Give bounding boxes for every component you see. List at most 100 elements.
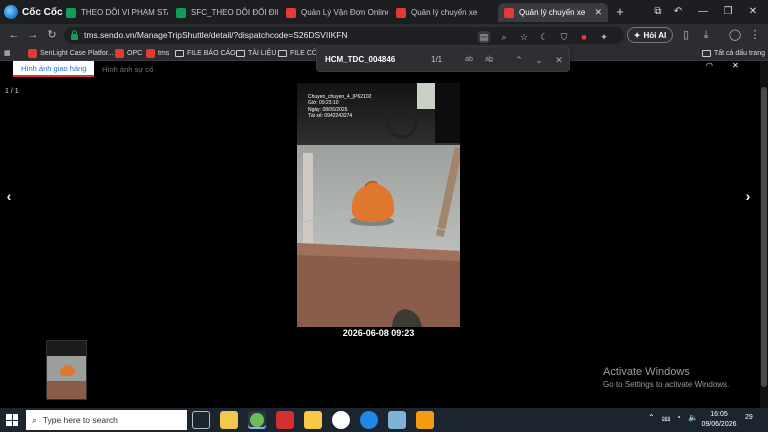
bookmark-tms[interactable]: tms (146, 47, 169, 59)
photo-thumbnail[interactable] (46, 340, 87, 400)
sendo-icon (396, 7, 406, 18)
bookmark-folder-bao-cao[interactable]: FILE BÁO CÁO (175, 47, 236, 59)
coccoc-logo-icon (4, 5, 18, 19)
folder-icon (236, 49, 245, 57)
sendo-icon (28, 48, 37, 58)
sheets-icon (176, 7, 186, 18)
back-history-icon[interactable]: ↶ (670, 4, 686, 20)
reader-mode-icon[interactable]: ▤ (478, 31, 490, 43)
taskbar-search-box[interactable]: ⌕ Type here to search (26, 410, 187, 430)
close-find-icon[interactable]: ✕ (553, 54, 565, 66)
find-input[interactable]: HCM_TDC_004846 (325, 55, 395, 64)
back-icon[interactable]: ← (6, 27, 22, 43)
sticky-notes-icon[interactable] (304, 411, 322, 429)
app-icon[interactable] (388, 411, 406, 429)
search-icon: ⌕ (32, 414, 37, 425)
sendo-icon (504, 7, 514, 18)
bookmark-label: OPC (127, 49, 143, 57)
zoom-icon[interactable]: ⌕ (498, 31, 510, 43)
download-icon[interactable]: ⤓ (698, 27, 714, 43)
tab-incident-images[interactable]: Hình ảnh sự cố (94, 61, 161, 77)
sendo-icon (286, 7, 296, 18)
tab-chuyen-xe[interactable]: Quản lý chuyến xe (390, 3, 496, 22)
page-content: Hình ảnh giao hàng Hình ảnh sự cố ◠ ✕ 1 … (0, 61, 768, 408)
notification-count: 29 (745, 414, 753, 421)
maximize-icon[interactable]: ❐ (720, 4, 736, 20)
bookmark-folder-tai-lieu[interactable]: TÀI LIỆU (236, 47, 276, 59)
bookmark-opc[interactable]: OPC (115, 47, 142, 59)
tab-doi-diem[interactable]: SFC_THEO DÕI ĐỔI ĐIỂM (170, 3, 278, 22)
address-bar[interactable]: tms.sendo.vn/ManageTripShuttle/detail/?d… (64, 27, 624, 44)
tab-title: Quản lý chuyến xe (411, 8, 478, 17)
tab-delivery-images[interactable]: Hình ảnh giao hàng (13, 61, 95, 77)
coccoc-taskbar-icon[interactable] (248, 411, 266, 429)
notification-center-icon[interactable]: 29 (745, 414, 759, 426)
sidebar-toggle-icon[interactable]: ⧉ (650, 4, 666, 20)
bookmark-label: SenLight Case Platfor... (40, 49, 114, 57)
bookmark-label: tms (158, 49, 170, 57)
reload-icon[interactable]: ↻ (44, 27, 60, 43)
profile-icon[interactable]: ◯ (727, 27, 743, 43)
sendo-icon (115, 48, 124, 58)
whole-word-icon[interactable]: ab̲ (483, 54, 495, 66)
scrollbar-thumb[interactable] (761, 87, 767, 387)
windows-taskbar: ⌕ Type here to search ⌃ ⅏ ◔ 🔈 16:05 09/0… (0, 408, 768, 432)
folder-icon (278, 49, 287, 57)
previous-match-icon[interactable]: ⌃ (513, 54, 525, 66)
all-bookmarks-button[interactable]: Tất cả dấu trang (702, 47, 765, 59)
tab-title: SFC_THEO DÕI ĐỔI ĐIỂM (191, 8, 278, 17)
url-text[interactable]: tms.sendo.vn/ManageTripShuttle/detail/?d… (84, 30, 348, 40)
photo-caption: 2026-06-08 09:23 (342, 328, 415, 338)
activate-windows-title: Activate Windows (603, 366, 690, 378)
tab-vi-pham[interactable]: THEO DÕI VI PHẠM STATI (60, 3, 168, 22)
shield-icon[interactable]: ⛉ (558, 31, 570, 43)
bookmark-senlight[interactable]: SenLight Case Platfor... (28, 47, 114, 59)
system-clock[interactable]: 16:05 09/06/2026 (696, 410, 742, 430)
folder-icon (175, 49, 184, 57)
tab-label: Hình ảnh giao hàng (21, 63, 87, 73)
browser-brand[interactable]: Cốc Cốc (4, 3, 63, 21)
tab-title: THEO DÕI VI PHẠM STATI (81, 8, 168, 17)
tray-chevron-icon[interactable]: ⌃ (648, 413, 655, 422)
minimize-icon[interactable]: — (695, 4, 711, 20)
close-tab-icon[interactable]: ✕ (594, 7, 602, 18)
rotate-icon[interactable]: ◠ (706, 61, 720, 70)
delivery-photo: Chuyen_chuyen_4_(P62102 Giờ: 09:23:10 Ng… (297, 83, 460, 327)
find-bar: HCM_TDC_004846 1/1 ab ab̲ ⌃ ⌄ ✕ (316, 46, 570, 72)
sparkle-icon: ✦ (633, 30, 641, 40)
tab-chuyen-xe-active[interactable]: Quản lý chuyến xe ✕ (498, 3, 608, 22)
gift-icon[interactable]: ■ (578, 31, 590, 43)
windows-start-icon[interactable] (6, 414, 18, 426)
extensions-icon[interactable]: ✦ (598, 31, 610, 43)
browser-tab-strip: Cốc Cốc THEO DÕI VI PHẠM STATI SFC_THEO … (0, 0, 768, 24)
apps-grid-icon[interactable]: ▦ (4, 47, 11, 59)
task-view-icon[interactable] (192, 411, 210, 429)
app-icon[interactable] (416, 411, 434, 429)
page-scrollbar[interactable] (760, 61, 768, 408)
bookmark-star-icon[interactable]: ☆ (518, 31, 530, 43)
chrome-icon[interactable] (332, 411, 350, 429)
network-icon[interactable]: ◔ (676, 413, 681, 422)
tab-van-don[interactable]: Quản Lý Vận Đơn Online C (280, 3, 388, 22)
activate-windows-subtitle: Go to Settings to activate Windows. (603, 380, 730, 389)
dark-mode-icon[interactable]: ☾ (538, 31, 550, 43)
new-tab-button[interactable]: + (612, 4, 628, 20)
next-match-icon[interactable]: ⌄ (533, 54, 545, 66)
next-image-icon[interactable]: › (742, 189, 754, 203)
reading-list-icon[interactable]: ▯ (678, 27, 694, 43)
menu-icon[interactable]: ⋮ (747, 27, 763, 43)
prev-image-icon[interactable]: ‹ (3, 189, 15, 203)
close-viewer-icon[interactable]: ✕ (732, 61, 746, 70)
match-case-icon[interactable]: ab (463, 54, 475, 66)
address-bar-row: ← → ↻ tms.sendo.vn/ManageTripShuttle/det… (0, 24, 768, 46)
browser-brand-label: Cốc Cốc (22, 6, 63, 18)
find-match-count: 1/1 (431, 55, 443, 64)
language-icon[interactable]: ⅏ (662, 413, 670, 424)
clock-date: 09/06/2026 (701, 421, 737, 428)
close-window-icon[interactable]: ✕ (745, 4, 761, 20)
wps-icon[interactable] (276, 411, 294, 429)
zalo-icon[interactable] (360, 411, 378, 429)
ask-ai-button[interactable]: ✦ Hỏi AI (627, 27, 673, 43)
forward-icon[interactable]: → (25, 27, 41, 43)
file-explorer-icon[interactable] (220, 411, 238, 429)
